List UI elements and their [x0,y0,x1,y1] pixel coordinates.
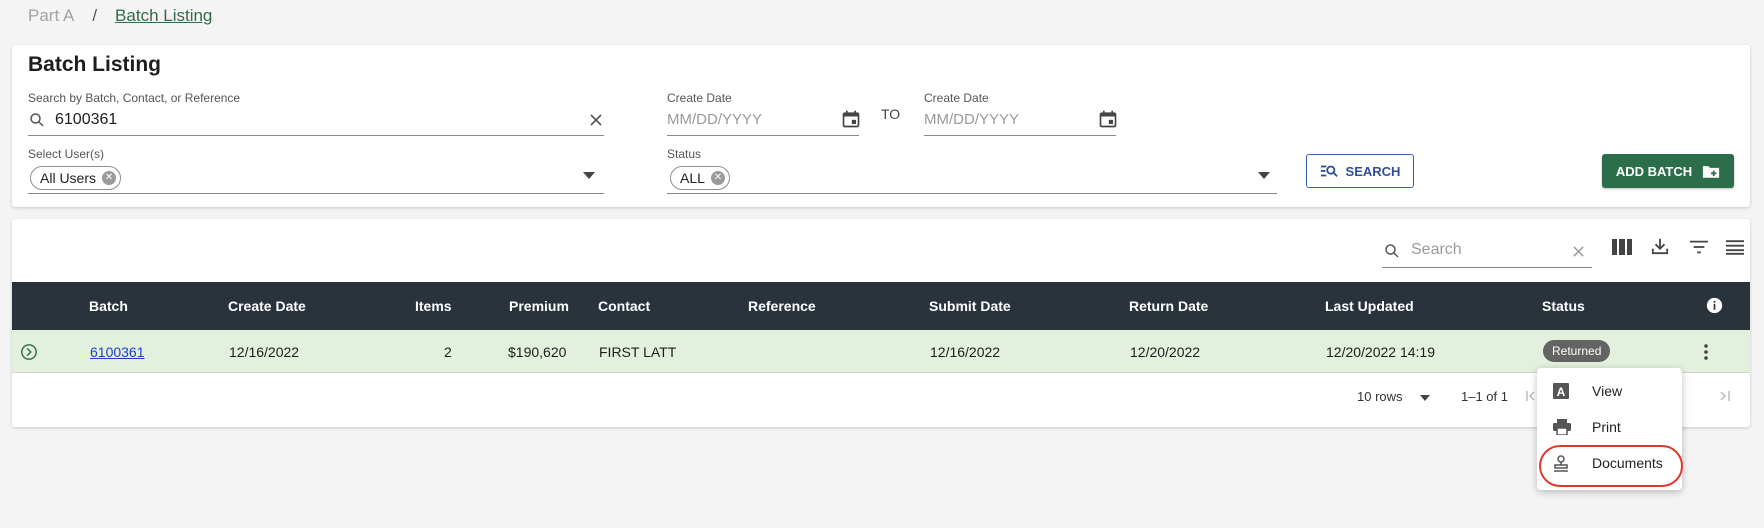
cell-contact: FIRST LATT [599,344,677,360]
create-date-from-underline [667,135,859,136]
filter-panel: Batch Listing Search by Batch, Contact, … [12,45,1750,207]
cell-premium: $190,620 [508,344,567,360]
create-date-to-underline [924,135,1116,136]
batch-table-panel: Search Batch Create Date Items Premium C… [12,219,1750,427]
cell-last-updated: 12/20/2022 14:19 [1326,344,1435,360]
search-button[interactable]: SEARCH [1306,154,1414,188]
table-header: Batch Create Date Items Premium Contact … [12,282,1750,330]
print-icon [1553,419,1571,440]
chip-remove-icon[interactable]: ✕ [710,171,725,185]
density-icon[interactable] [1726,240,1744,255]
table-search-input[interactable]: Search [1411,241,1462,259]
chip-remove-icon[interactable]: ✕ [102,171,117,185]
calendar-icon[interactable] [841,109,861,129]
column-header-return-date[interactable]: Return Date [1129,298,1208,314]
breadcrumb-separator: / [92,6,98,25]
breadcrumb-part-a[interactable]: Part A [28,6,74,26]
menu-item-view-label: View [1592,383,1623,399]
add-folder-icon [1703,165,1720,178]
expand-row-icon[interactable] [20,343,38,361]
search-icon [28,111,46,129]
chevron-down-icon [1420,395,1431,401]
cell-return-date: 12/20/2022 [1130,344,1201,360]
create-date-from-input[interactable]: MM/DD/YYYY [667,111,762,128]
column-header-contact[interactable]: Contact [598,298,650,314]
cell-submit-date: 12/16/2022 [930,344,1001,360]
pagination-range: 1–1 of 1 [1461,389,1508,404]
users-chip[interactable]: All Users ✕ [30,166,122,190]
menu-item-print[interactable]: Print [1537,410,1682,444]
breadcrumb: Part A / Batch Listing [28,6,212,26]
column-header-premium[interactable]: Premium [509,298,569,314]
create-date-to-label: Create Date [924,91,989,105]
table-row[interactable]: 6100361 12/16/2022 2 $190,620 FIRST LATT… [12,330,1750,373]
status-chip-label: ALL [680,170,705,186]
column-header-items[interactable]: Items [415,298,452,314]
clear-icon[interactable] [589,113,603,127]
search-list-icon [1320,165,1338,178]
search-icon [1383,242,1401,260]
breadcrumb-batch-listing[interactable]: Batch Listing [115,6,212,26]
download-icon[interactable] [1651,237,1669,255]
documents-highlight-ring [1539,445,1683,487]
status-underline [667,193,1277,194]
cell-items: 2 [444,344,452,360]
clear-icon[interactable] [1572,245,1585,258]
users-label: Select User(s) [28,147,105,161]
batch-link[interactable]: 6100361 [90,344,145,360]
create-date-to-input[interactable]: MM/DD/YYYY [924,111,1019,128]
chevron-down-icon[interactable] [583,172,595,180]
filter-icon[interactable] [1690,240,1708,254]
status-badge: Returned [1543,340,1611,362]
page-title: Batch Listing [28,53,162,76]
columns-icon[interactable] [1612,239,1632,255]
column-header-create-date[interactable]: Create Date [228,298,306,314]
column-header-batch[interactable]: Batch [89,298,128,314]
info-icon[interactable] [1706,297,1723,314]
column-header-last-updated[interactable]: Last Updated [1325,298,1414,314]
search-underline [28,135,604,136]
search-label: Search by Batch, Contact, or Reference [28,91,241,105]
users-chip-label: All Users [40,170,97,186]
more-vert-icon[interactable] [1703,343,1709,361]
chevron-down-icon[interactable] [1258,172,1270,180]
search-input[interactable]: 6100361 [55,111,117,129]
search-button-label: SEARCH [1345,163,1401,179]
status-label: Status [667,147,702,161]
menu-item-view[interactable]: A View [1537,374,1682,408]
users-underline [28,193,604,194]
svg-text:A: A [1557,385,1566,399]
column-header-status[interactable]: Status [1542,298,1585,314]
column-header-submit-date[interactable]: Submit Date [929,298,1011,314]
status-chip[interactable]: ALL ✕ [670,166,730,190]
add-batch-button[interactable]: ADD BATCH [1602,154,1734,188]
menu-item-print-label: Print [1592,419,1621,435]
rows-per-page-label: 10 rows [1357,389,1403,404]
column-header-reference[interactable]: Reference [748,298,816,314]
add-batch-label: ADD BATCH [1615,163,1693,179]
table-search[interactable]: Search [1382,235,1592,268]
first-page-icon[interactable] [1526,390,1536,402]
cell-create-date: 12/16/2022 [229,344,300,360]
to-label: TO [881,106,901,122]
rows-per-page-select[interactable]: 10 rows [1357,389,1431,404]
view-icon: A [1553,383,1569,404]
calendar-icon[interactable] [1098,109,1118,129]
create-date-from-label: Create Date [667,91,732,105]
last-page-icon[interactable] [1719,390,1731,402]
